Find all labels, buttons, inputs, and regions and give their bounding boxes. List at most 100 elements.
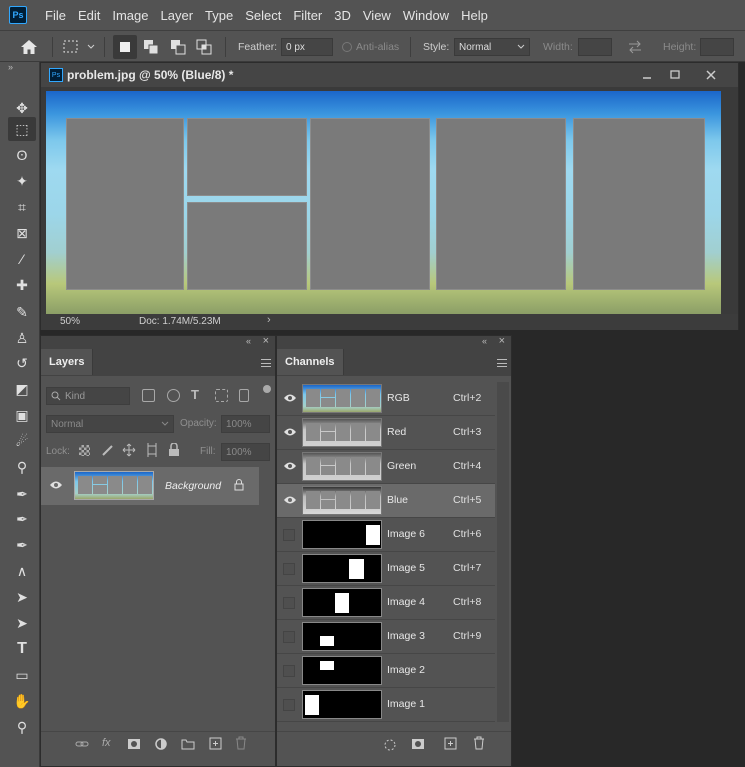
gradient-icon[interactable]: ▣ bbox=[8, 403, 36, 427]
menu-3d[interactable]: 3D bbox=[328, 8, 357, 23]
visibility-toggle[interactable] bbox=[283, 665, 295, 677]
status-menu-arrow-icon[interactable]: › bbox=[267, 314, 271, 326]
save-selection-icon[interactable] bbox=[411, 738, 425, 750]
type-filter-icon[interactable]: T bbox=[191, 387, 199, 402]
crop-icon[interactable]: ⌗ bbox=[8, 195, 36, 219]
new-group-icon[interactable] bbox=[181, 738, 195, 750]
subtract-from-selection-icon[interactable] bbox=[170, 31, 186, 63]
link-layers-icon[interactable] bbox=[75, 739, 89, 749]
layers-panel-menu-icon[interactable] bbox=[261, 359, 271, 367]
channel-row-blue[interactable]: Blue Ctrl+5 bbox=[277, 484, 495, 518]
menu-type[interactable]: Type bbox=[199, 8, 239, 23]
eye-icon[interactable] bbox=[283, 426, 297, 440]
channel-row-image-4[interactable]: Image 4 Ctrl+8 bbox=[277, 586, 495, 620]
pen-icon[interactable]: ✒ bbox=[8, 482, 36, 506]
new-selection-icon[interactable] bbox=[113, 35, 137, 59]
minimize-icon[interactable] bbox=[639, 67, 655, 83]
eye-icon[interactable] bbox=[283, 494, 297, 508]
dodge-icon[interactable]: ⚲ bbox=[8, 455, 36, 479]
new-channel-icon[interactable] bbox=[444, 737, 457, 750]
menu-edit[interactable]: Edit bbox=[72, 8, 106, 23]
feather-input[interactable]: 0 px bbox=[281, 38, 333, 56]
add-to-selection-icon[interactable] bbox=[143, 31, 159, 63]
menu-view[interactable]: View bbox=[357, 8, 397, 23]
menu-select[interactable]: Select bbox=[239, 8, 287, 23]
magic-wand-icon[interactable]: ✦ bbox=[8, 169, 36, 193]
blend-mode-dropdown[interactable]: Normal bbox=[46, 415, 174, 433]
stamp-icon[interactable]: ♙ bbox=[8, 326, 36, 350]
channel-row-image-5[interactable]: Image 5 Ctrl+7 bbox=[277, 552, 495, 586]
layer-row-background[interactable]: Background bbox=[41, 467, 259, 505]
vertical-scrollbar[interactable] bbox=[724, 91, 736, 313]
maximize-icon[interactable] bbox=[667, 67, 683, 83]
fx-icon[interactable]: fx bbox=[102, 737, 111, 749]
panel-close-icon[interactable]: × bbox=[499, 335, 505, 347]
channels-panel-menu-icon[interactable] bbox=[497, 359, 507, 367]
filter-toggle-icon[interactable] bbox=[263, 385, 271, 393]
channel-row-image-1[interactable]: Image 1 bbox=[277, 688, 495, 722]
height-input[interactable] bbox=[700, 38, 734, 56]
menu-window[interactable]: Window bbox=[397, 8, 455, 23]
adjustment-layer-icon[interactable] bbox=[154, 737, 168, 751]
adjustment-filter-icon[interactable] bbox=[167, 389, 180, 402]
smart-object-filter-icon[interactable] bbox=[239, 389, 249, 402]
delete-layer-icon[interactable] bbox=[235, 736, 247, 750]
channel-row-image-2[interactable]: Image 2 bbox=[277, 654, 495, 688]
eyedropper-icon[interactable]: ⁄ bbox=[8, 247, 36, 271]
channel-row-red[interactable]: Red Ctrl+3 bbox=[277, 416, 495, 450]
blur-icon[interactable]: ☄ bbox=[8, 429, 36, 453]
freeform-pen-icon[interactable]: ✒ bbox=[8, 507, 36, 531]
doc-size-info[interactable]: Doc: 1.74M/5.23M bbox=[139, 316, 221, 327]
intersect-selection-icon[interactable] bbox=[196, 31, 212, 63]
channels-scrollbar[interactable] bbox=[497, 382, 509, 722]
pixel-filter-icon[interactable] bbox=[142, 389, 155, 402]
visibility-toggle[interactable] bbox=[283, 529, 295, 541]
close-icon[interactable] bbox=[703, 67, 719, 83]
eye-icon[interactable] bbox=[49, 479, 63, 491]
visibility-toggle[interactable] bbox=[283, 597, 295, 609]
eye-icon[interactable] bbox=[283, 392, 297, 406]
opacity-input[interactable]: 100% bbox=[221, 415, 270, 433]
panel-close-icon[interactable]: × bbox=[263, 335, 269, 347]
channel-row-image-6[interactable]: Image 6 Ctrl+6 bbox=[277, 518, 495, 552]
frame-icon[interactable]: ⊠ bbox=[8, 221, 36, 245]
lasso-icon[interactable]: ʘ bbox=[8, 143, 36, 167]
add-anchor-icon[interactable]: ✒ bbox=[8, 533, 36, 557]
ellipse-icon[interactable]: ▭ bbox=[8, 663, 36, 687]
expand-toolbar-icon[interactable]: » bbox=[8, 62, 13, 72]
menu-image[interactable]: Image bbox=[106, 8, 154, 23]
add-mask-icon[interactable] bbox=[127, 738, 141, 750]
lock-pixels-icon[interactable] bbox=[101, 444, 114, 457]
new-layer-icon[interactable] bbox=[209, 737, 222, 750]
collapse-icon[interactable]: « bbox=[482, 336, 487, 346]
layer-kind-filter[interactable]: Kind bbox=[46, 387, 130, 405]
brush-icon[interactable]: ✎ bbox=[8, 300, 36, 324]
lock-transparency-icon[interactable] bbox=[79, 445, 90, 456]
channel-row-rgb[interactable]: RGB Ctrl+2 bbox=[277, 382, 495, 416]
healing-icon[interactable]: ✚ bbox=[8, 273, 36, 297]
visibility-toggle[interactable] bbox=[283, 563, 295, 575]
lock-position-icon[interactable] bbox=[122, 443, 136, 457]
visibility-toggle[interactable] bbox=[283, 699, 295, 711]
swap-icon[interactable] bbox=[627, 31, 643, 63]
tab-channels[interactable]: Channels bbox=[277, 349, 344, 375]
history-brush-icon[interactable]: ↺ bbox=[8, 351, 36, 375]
zoom-level[interactable]: 50% bbox=[60, 316, 80, 327]
hand-icon[interactable]: ✋ bbox=[8, 689, 36, 713]
home-icon[interactable] bbox=[20, 31, 38, 63]
image-canvas[interactable] bbox=[46, 91, 721, 315]
lock-all-icon[interactable] bbox=[168, 443, 180, 457]
channel-row-image-3[interactable]: Image 3 Ctrl+9 bbox=[277, 620, 495, 654]
marquee-icon[interactable]: ⬚ bbox=[8, 117, 36, 141]
zoom-icon[interactable]: ⚲ bbox=[8, 715, 36, 739]
fill-input[interactable]: 100% bbox=[221, 443, 270, 461]
menu-file[interactable]: File bbox=[39, 8, 72, 23]
delete-channel-icon[interactable] bbox=[473, 736, 485, 750]
document-title[interactable]: problem.jpg @ 50% (Blue/8) * bbox=[67, 68, 233, 82]
antialias-checkbox[interactable]: Anti-alias bbox=[342, 31, 399, 63]
channel-row-green[interactable]: Green Ctrl+4 bbox=[277, 450, 495, 484]
collapse-icon[interactable]: « bbox=[246, 336, 251, 346]
visibility-toggle[interactable] bbox=[283, 631, 295, 643]
marquee-preset-icon[interactable] bbox=[62, 31, 96, 63]
tab-layers[interactable]: Layers bbox=[41, 349, 94, 375]
